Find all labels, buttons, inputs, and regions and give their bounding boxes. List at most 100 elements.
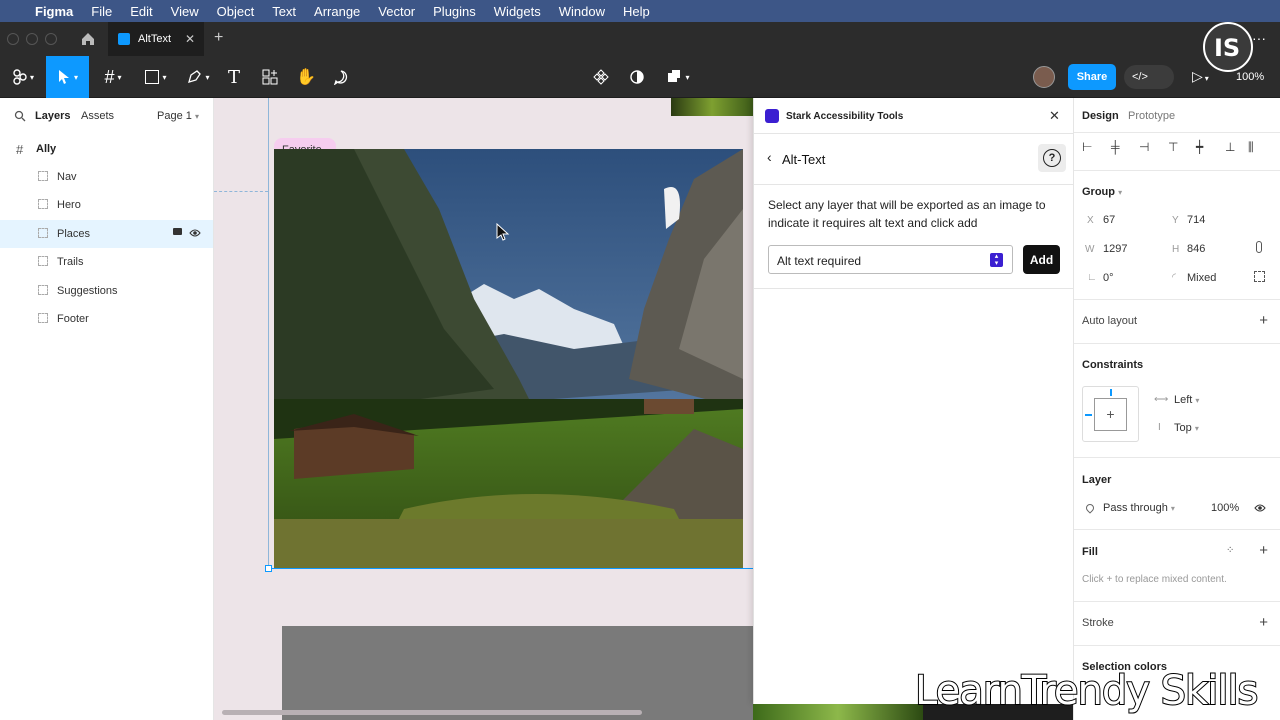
w-input[interactable]: 1297: [1103, 243, 1127, 255]
distribute-icon[interactable]: ⫼: [1248, 140, 1254, 155]
visibility-eye-icon[interactable]: [1254, 503, 1266, 516]
opacity-input[interactable]: 100%: [1211, 502, 1239, 514]
layer-suggestions[interactable]: Suggestions: [0, 277, 213, 305]
tab-alttext[interactable]: AltText ✕: [108, 22, 204, 56]
align-center-h-icon[interactable]: ╪: [1111, 140, 1120, 154]
tab-layers[interactable]: Layers: [35, 110, 70, 122]
frame-tool-button[interactable]: # ▾: [94, 56, 132, 98]
add-button[interactable]: Add: [1023, 245, 1060, 274]
unlock-icon[interactable]: [173, 228, 182, 235]
menu-vector[interactable]: Vector: [369, 4, 424, 19]
menu-help[interactable]: Help: [614, 4, 659, 19]
layer-root-ally[interactable]: # Ally: [0, 135, 213, 163]
add-stroke-icon[interactable]: +: [1259, 615, 1268, 630]
section-heading: Alt-Text: [782, 152, 826, 167]
add-fill-icon[interactable]: +: [1259, 543, 1268, 558]
more-icon[interactable]: ···: [1252, 30, 1266, 46]
home-icon[interactable]: [80, 31, 96, 50]
menu-app-name[interactable]: Figma: [26, 4, 82, 19]
layers-panel: Layers Assets Page 1 ▾ # Ally Nav Hero P…: [0, 98, 214, 720]
y-input[interactable]: 714: [1187, 214, 1205, 226]
layer-footer[interactable]: Footer: [0, 305, 213, 333]
eye-icon[interactable]: [189, 228, 201, 241]
menu-plugins[interactable]: Plugins: [424, 4, 485, 19]
align-center-v-icon[interactable]: ┿: [1196, 140, 1203, 154]
align-top-icon[interactable]: ⊤: [1168, 140, 1178, 154]
comment-tool-button[interactable]: [329, 56, 353, 98]
layer-trails[interactable]: Trails: [0, 248, 213, 276]
menu-edit[interactable]: Edit: [121, 4, 161, 19]
horizontal-constraint-icon: ⟷: [1154, 394, 1169, 405]
menu-window[interactable]: Window: [550, 4, 614, 19]
help-button[interactable]: ?: [1038, 144, 1066, 172]
corner-radius-input[interactable]: Mixed: [1187, 272, 1216, 284]
frame-icon: [38, 199, 48, 209]
blend-mode-select[interactable]: Pass through ▾: [1103, 502, 1175, 514]
dev-mode-toggle[interactable]: </>: [1124, 65, 1174, 89]
menu-view[interactable]: View: [162, 4, 208, 19]
tab-prototype[interactable]: Prototype: [1128, 110, 1175, 122]
menu-widgets[interactable]: Widgets: [485, 4, 550, 19]
landscape-photo[interactable]: [274, 149, 743, 568]
component-button[interactable]: [590, 56, 612, 98]
layer-label: Suggestions: [57, 285, 118, 297]
independent-corners-icon[interactable]: [1254, 271, 1265, 282]
close-icon[interactable]: ✕: [1049, 108, 1060, 124]
share-button[interactable]: Share: [1068, 64, 1116, 90]
menu-file[interactable]: File: [82, 4, 121, 19]
main-menu-button[interactable]: ▾: [6, 56, 40, 98]
text-tool-button[interactable]: T: [222, 56, 246, 98]
h-input[interactable]: 846: [1187, 243, 1205, 255]
tab-close-icon[interactable]: ✕: [185, 32, 195, 46]
menu-object[interactable]: Object: [208, 4, 264, 19]
move-tool-button[interactable]: ▾: [46, 56, 89, 98]
group-label[interactable]: Group ▾: [1082, 186, 1122, 198]
window-zoom-button[interactable]: [45, 33, 57, 45]
layer-hero[interactable]: Hero: [0, 191, 213, 219]
window-close-button[interactable]: [7, 33, 19, 45]
resources-button[interactable]: [258, 56, 282, 98]
align-bottom-icon[interactable]: ⊥: [1225, 140, 1235, 154]
search-icon[interactable]: [14, 110, 26, 125]
menu-arrange[interactable]: Arrange: [305, 4, 369, 19]
cursor-icon: [496, 222, 510, 244]
layer-heading: Layer: [1082, 474, 1112, 486]
align-left-icon[interactable]: ⊢: [1082, 140, 1092, 154]
horizontal-constraint-select[interactable]: Left ▾: [1174, 394, 1199, 406]
zoom-level[interactable]: 100%: [1236, 71, 1264, 83]
boolean-button[interactable]: ▾: [662, 56, 694, 98]
collaborator-avatar[interactable]: [1033, 66, 1055, 88]
tab-assets[interactable]: Assets: [81, 110, 114, 122]
vertical-constraint-select[interactable]: Top ▾: [1174, 422, 1199, 434]
frame-guide-line: [214, 191, 268, 192]
shape-tool-button[interactable]: ▾: [138, 56, 174, 98]
constrain-proportions-icon[interactable]: [1256, 241, 1262, 253]
align-right-icon[interactable]: ⊣: [1139, 140, 1149, 154]
mask-button[interactable]: [626, 56, 648, 98]
rotation-input[interactable]: 0°: [1103, 272, 1114, 284]
x-input[interactable]: 67: [1103, 214, 1115, 226]
macos-menubar: Figma File Edit View Object Text Arrange…: [0, 0, 1280, 22]
selection-handle[interactable]: [265, 565, 272, 572]
canvas-scrollbar[interactable]: [222, 710, 642, 715]
alt-text-select[interactable]: Alt text required ▴ ▾: [768, 245, 1013, 274]
styles-grid-icon[interactable]: ⁘: [1226, 545, 1234, 556]
frame-icon: [38, 171, 48, 181]
tab-design[interactable]: Design: [1082, 110, 1119, 122]
back-chevron-icon[interactable]: ‹: [767, 149, 772, 165]
constraints-inner-box: +: [1094, 398, 1127, 431]
pen-tool-button[interactable]: ▾: [180, 56, 216, 98]
page-selector[interactable]: Page 1 ▾: [157, 110, 199, 122]
add-auto-layout-icon[interactable]: +: [1259, 313, 1268, 328]
constraints-widget[interactable]: +: [1082, 386, 1139, 442]
window-minimize-button[interactable]: [26, 33, 38, 45]
hand-tool-button[interactable]: ✋: [294, 56, 318, 98]
new-tab-icon[interactable]: +: [214, 29, 223, 47]
frame-icon: [38, 228, 48, 238]
present-button[interactable]: ▷ ▾: [1192, 68, 1209, 85]
constraint-top-marker: [1110, 389, 1112, 396]
menu-text[interactable]: Text: [263, 4, 305, 19]
layer-nav[interactable]: Nav: [0, 163, 213, 191]
layer-places[interactable]: Places: [0, 220, 213, 248]
design-canvas[interactable]: Favorite: [214, 98, 754, 720]
